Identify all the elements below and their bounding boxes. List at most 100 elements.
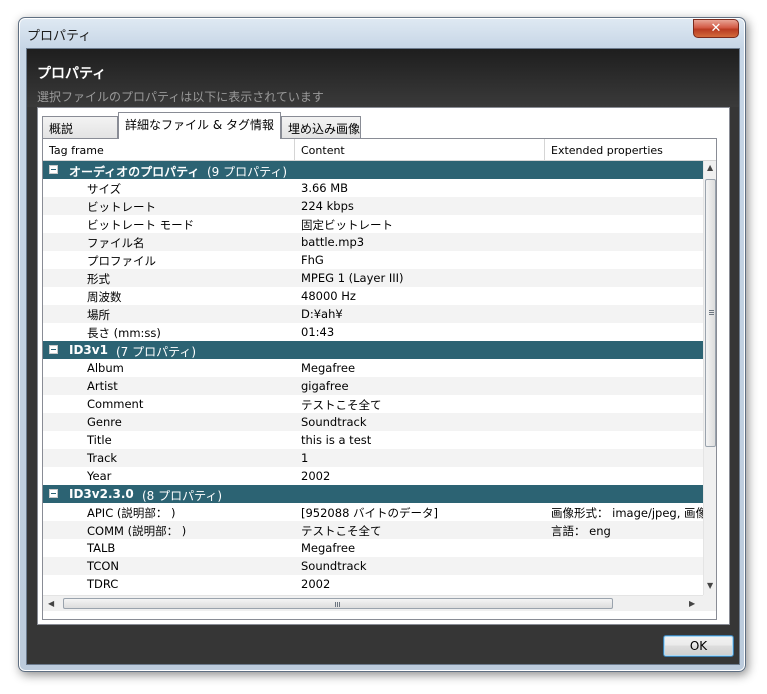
horizontal-scroll-thumb[interactable] xyxy=(63,598,613,609)
tab-embedded-images[interactable]: 埋め込み画像 xyxy=(281,116,361,138)
tag-frame-cell: サイズ xyxy=(87,182,122,196)
group-header[interactable]: ID3v2.3.0 (8 プロパティ) xyxy=(43,485,703,503)
scrollbar-corner xyxy=(703,595,716,611)
content-cell: 2002 xyxy=(301,469,331,483)
header-subtitle: 選択ファイルのプロパティは以下に表示されています xyxy=(37,90,324,104)
table-row[interactable]: Year 2002 xyxy=(43,467,703,485)
ok-button[interactable]: OK xyxy=(663,635,734,657)
group-count: (9 プロパティ) xyxy=(207,165,288,179)
extended-property-cell: 画像形式： image/jpeg, 画像 xyxy=(551,506,703,520)
table-row[interactable]: 周波数 48000 Hz xyxy=(43,287,703,305)
content-cell: gigafree xyxy=(301,379,349,393)
grid-rows: オーディオのプロパティ (9 プロパティ) サイズ 3.66 MB ビットレート 224 … xyxy=(43,161,703,595)
group-count: (7 プロパティ) xyxy=(116,345,197,359)
close-icon: ✕ xyxy=(710,21,722,36)
grip-line xyxy=(709,310,714,311)
title-bar[interactable]: プロパティ ✕ xyxy=(19,18,745,48)
tab-detailed-file-tag-info[interactable]: 詳細なファイル & タグ情報 xyxy=(118,112,281,139)
tag-frame-cell: 場所 xyxy=(87,308,110,322)
content-cell: 固定ビットレート xyxy=(301,218,393,232)
vertical-scrollbar[interactable]: ▲ ▼ xyxy=(703,161,716,595)
properties-panel: 概説 詳細なファイル & タグ情報 埋め込み画像 Tag frame Conte… xyxy=(37,107,730,625)
table-row[interactable]: TDRC 2002 xyxy=(43,575,703,593)
table-row[interactable]: 長さ (mm:ss) 01:43 xyxy=(43,323,703,341)
tag-frame-cell: Comment xyxy=(87,397,144,411)
table-row[interactable]: Title this is a test xyxy=(43,431,703,449)
horizontal-scrollbar[interactable]: ◀ ▶ xyxy=(43,595,703,611)
tag-frame-cell: APIC (説明部： ) xyxy=(87,506,176,520)
tag-frame-cell: Title xyxy=(87,433,112,447)
tag-frame-cell: Track xyxy=(87,451,118,465)
table-row[interactable]: ファイル名 battle.mp3 xyxy=(43,233,703,251)
group-header[interactable]: オーディオのプロパティ (9 プロパティ) xyxy=(43,161,703,179)
content-cell: 48000 Hz xyxy=(301,289,356,303)
group-header[interactable]: ID3v1 (7 プロパティ) xyxy=(43,341,703,359)
content-cell: FhG xyxy=(301,253,324,267)
table-row[interactable]: サイズ 3.66 MB xyxy=(43,179,703,197)
table-row[interactable]: 形式 MPEG 1 (Layer III) xyxy=(43,269,703,287)
tag-frame-cell: ファイル名 xyxy=(87,236,145,250)
grid-header: Tag frame Content Extended properties xyxy=(43,139,716,161)
collapse-toggle-icon[interactable] xyxy=(49,489,58,498)
grip-line xyxy=(709,314,714,315)
content-cell: 224 kbps xyxy=(301,199,354,213)
content-cell: Soundtrack xyxy=(301,415,367,429)
table-row[interactable]: Album Megafree xyxy=(43,359,703,377)
tag-frame-cell: TALB xyxy=(87,541,116,555)
table-row[interactable]: TCON Soundtrack xyxy=(43,557,703,575)
content-cell: 3.66 MB xyxy=(301,181,349,195)
tag-frame-cell: COMM (説明部： ) xyxy=(87,524,187,538)
column-header-extended-properties[interactable]: Extended properties xyxy=(545,139,716,161)
grip-line xyxy=(339,602,340,607)
table-row[interactable]: Track 1 xyxy=(43,449,703,467)
content-cell: battle.mp3 xyxy=(301,235,365,249)
table-row[interactable]: Genre Soundtrack xyxy=(43,413,703,431)
scroll-up-icon[interactable]: ▲ xyxy=(707,163,713,172)
table-row[interactable]: APIC (説明部： ) [952088 バイトのデータ] 画像形式： image/… xyxy=(43,503,703,521)
collapse-toggle-icon[interactable] xyxy=(49,165,58,174)
scroll-right-icon[interactable]: ▶ xyxy=(689,599,695,608)
table-row[interactable]: 場所 D:¥ah¥ xyxy=(43,305,703,323)
column-header-content[interactable]: Content xyxy=(295,139,545,161)
tag-frame-cell: TDRC xyxy=(87,577,119,591)
properties-grid: Tag frame Content Extended properties オー… xyxy=(42,138,717,620)
tab-overview[interactable]: 概説 xyxy=(42,116,118,138)
content-cell: 01:43 xyxy=(301,325,335,339)
table-row[interactable]: プロファイル FhG xyxy=(43,251,703,269)
table-row[interactable]: Artist gigafree xyxy=(43,377,703,395)
tag-frame-cell: Year xyxy=(87,469,112,483)
content-cell: Megafree xyxy=(301,541,356,555)
collapse-toggle-icon[interactable] xyxy=(49,345,58,354)
table-row[interactable]: Comment テストこそ全て xyxy=(43,395,703,413)
content-cell: D:¥ah¥ xyxy=(301,307,343,321)
column-header-tag-frame[interactable]: Tag frame xyxy=(43,139,295,161)
tag-frame-cell: Album xyxy=(87,361,124,375)
content-cell: Soundtrack xyxy=(301,559,367,573)
tag-frame-cell: ビットレート xyxy=(87,200,156,214)
close-button[interactable]: ✕ xyxy=(693,19,739,38)
vertical-scroll-thumb[interactable] xyxy=(705,179,716,447)
group-name: オーディオのプロパティ xyxy=(69,165,200,179)
scroll-left-icon[interactable]: ◀ xyxy=(48,599,54,608)
extended-property-cell: 言語： eng xyxy=(551,524,611,538)
table-row[interactable]: ビットレート モード 固定ビットレート xyxy=(43,215,703,233)
group-name: ID3v2.3.0 xyxy=(69,487,134,501)
content-cell: this is a test xyxy=(301,433,372,447)
tag-frame-cell: 長さ (mm:ss) xyxy=(87,326,161,340)
tag-frame-cell: Genre xyxy=(87,415,122,429)
scroll-down-icon[interactable]: ▼ xyxy=(707,581,713,590)
content-cell: MPEG 1 (Layer III) xyxy=(301,271,404,285)
content-cell: [952088 バイトのデータ] xyxy=(301,506,439,520)
dialog-header: プロパティ 選択ファイルのプロパティは以下に表示されています xyxy=(27,49,739,107)
content-cell: テストこそ全て xyxy=(301,398,382,412)
table-row[interactable]: ビットレート 224 kbps xyxy=(43,197,703,215)
grip-line xyxy=(337,602,338,607)
tag-frame-cell: 形式 xyxy=(87,272,110,286)
content-cell: テストこそ全て xyxy=(301,524,382,538)
header-title: プロパティ xyxy=(37,66,107,82)
content-cell: Megafree xyxy=(301,361,356,375)
table-row[interactable]: COMM (説明部： ) テストこそ全て 言語： eng xyxy=(43,521,703,539)
tag-frame-cell: ビットレート モード xyxy=(87,218,195,232)
tag-frame-cell: TCON xyxy=(87,559,120,573)
table-row[interactable]: TALB Megafree xyxy=(43,539,703,557)
